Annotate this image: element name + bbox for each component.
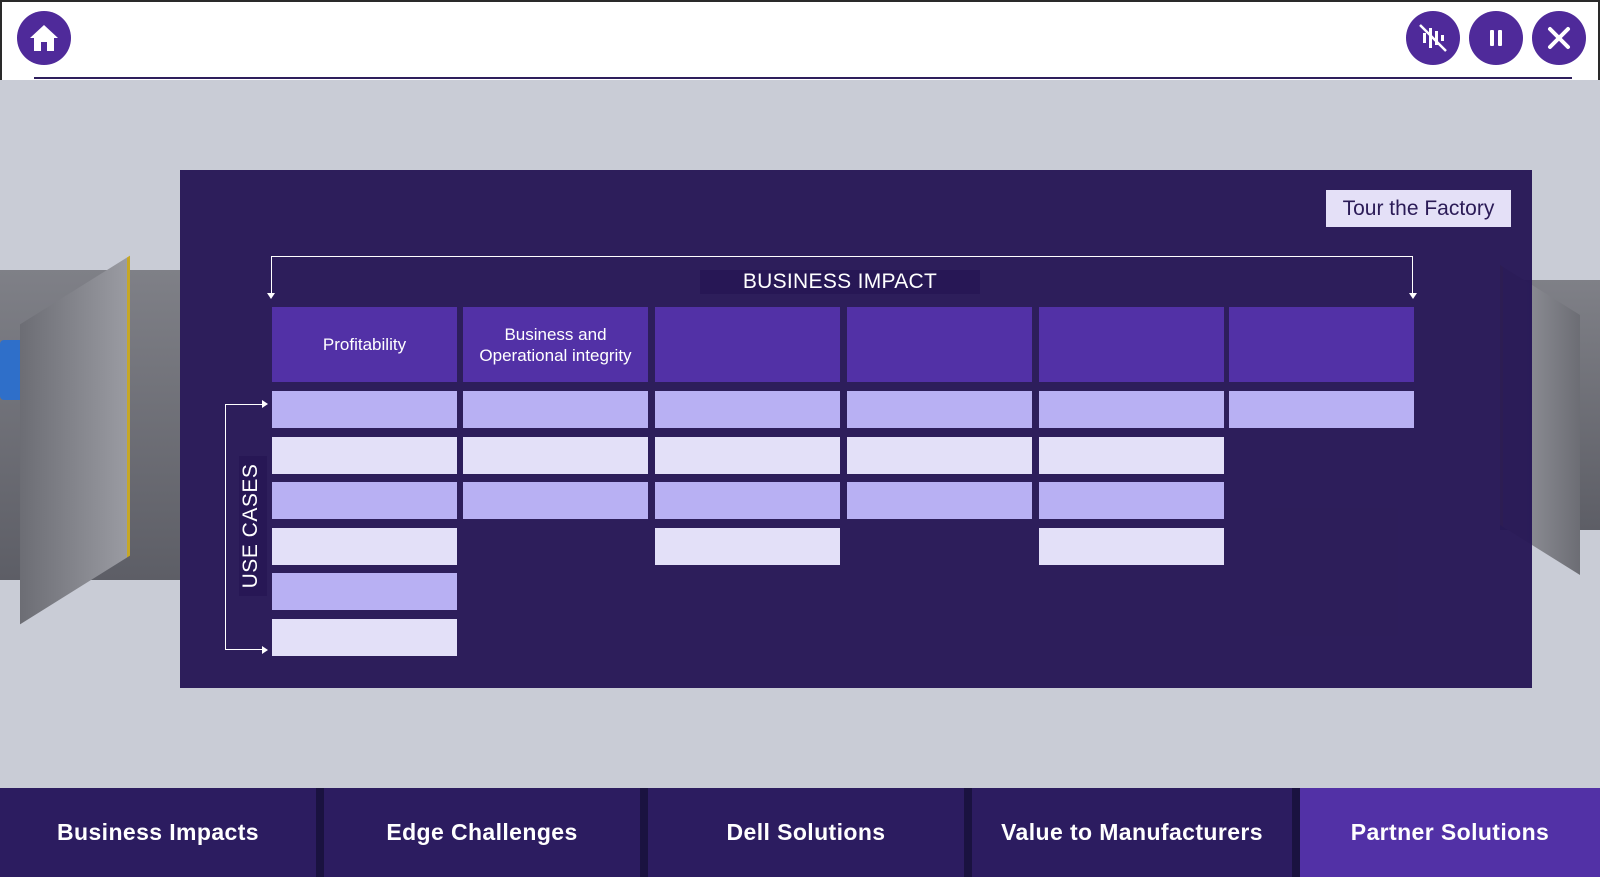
impact-column-header[interactable]: [1229, 307, 1414, 382]
close-button[interactable]: [1532, 11, 1586, 65]
use-case-cell[interactable]: [1039, 528, 1224, 565]
impact-column-header[interactable]: Profitability: [272, 307, 457, 382]
pause-button[interactable]: [1469, 11, 1523, 65]
use-cases-label: USE CASES: [239, 456, 267, 596]
use-case-cell[interactable]: [655, 391, 840, 428]
mute-button[interactable]: [1406, 11, 1460, 65]
pause-icon: [1490, 30, 1502, 46]
use-case-cell[interactable]: [655, 437, 840, 474]
business-impact-matrix-panel: [180, 170, 1532, 688]
bottom-nav: Business Impacts Edge Challenges Dell So…: [0, 788, 1600, 877]
impact-column-header[interactable]: [655, 307, 840, 382]
use-case-cell[interactable]: [463, 482, 648, 519]
use-case-cell[interactable]: [272, 391, 457, 428]
use-case-cell[interactable]: [847, 437, 1032, 474]
use-case-cell[interactable]: [272, 619, 457, 656]
tour-factory-button[interactable]: Tour the Factory: [1326, 190, 1511, 227]
use-case-cell[interactable]: [655, 528, 840, 565]
top-bar: [0, 0, 1600, 80]
use-case-cell[interactable]: [272, 528, 457, 565]
header-divider: [34, 77, 1572, 79]
use-case-cell[interactable]: [1229, 391, 1414, 428]
use-case-cell[interactable]: [847, 482, 1032, 519]
use-case-cell[interactable]: [1039, 437, 1224, 474]
use-case-cell[interactable]: [272, 482, 457, 519]
business-impact-label: BUSINESS IMPACT: [700, 270, 980, 294]
use-case-cell[interactable]: [1039, 391, 1224, 428]
nav-tab-value-to-manufacturers[interactable]: Value to Manufacturers: [972, 788, 1292, 877]
home-icon: [30, 25, 58, 51]
use-case-cell[interactable]: [272, 437, 457, 474]
nav-tab-edge-challenges[interactable]: Edge Challenges: [324, 788, 640, 877]
use-case-cell[interactable]: [463, 437, 648, 474]
home-button[interactable]: [17, 11, 71, 65]
impact-column-header[interactable]: [1039, 307, 1224, 382]
impact-column-header[interactable]: [847, 307, 1032, 382]
nav-tab-partner-solutions[interactable]: Partner Solutions: [1300, 788, 1600, 877]
impact-column-header[interactable]: Business and Operational integrity: [463, 307, 648, 382]
audio-muted-icon: [1419, 24, 1447, 52]
use-case-cell[interactable]: [655, 482, 840, 519]
nav-tab-dell-solutions[interactable]: Dell Solutions: [648, 788, 964, 877]
nav-tab-business-impacts[interactable]: Business Impacts: [0, 788, 316, 877]
use-case-cell[interactable]: [847, 391, 1032, 428]
use-case-cell[interactable]: [272, 573, 457, 610]
use-case-cell[interactable]: [463, 391, 648, 428]
close-icon: [1548, 27, 1570, 49]
use-case-cell[interactable]: [1039, 482, 1224, 519]
